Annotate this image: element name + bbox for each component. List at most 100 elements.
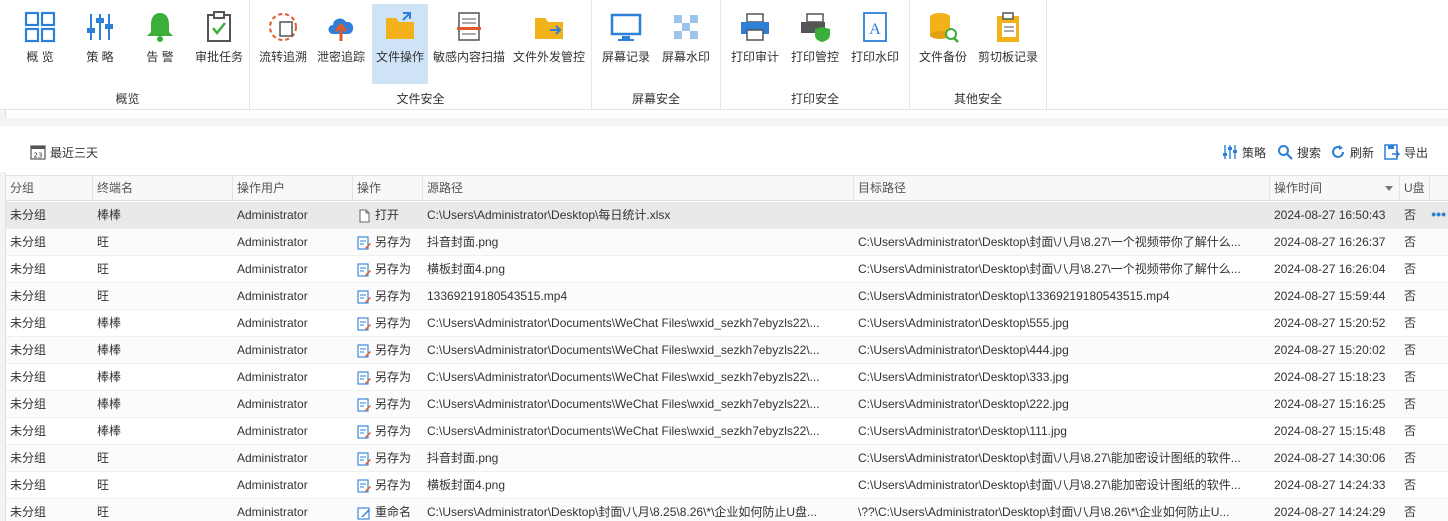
outbound-control-button[interactable]: 文件外发管控 bbox=[510, 4, 588, 84]
cell-src: C:\Users\Administrator\Documents\WeChat … bbox=[427, 343, 820, 357]
table-row[interactable]: 未分组 棒棒 Administrator 另存为 C:\Users\Administra… bbox=[6, 310, 1448, 337]
table-row[interactable]: 未分组 旺 Administrator 重命名 C:\Users\Administrat… bbox=[6, 499, 1448, 521]
sliders-icon bbox=[1223, 145, 1237, 159]
refresh-button[interactable]: 刷新 bbox=[1330, 142, 1374, 162]
op-label: 另存为 bbox=[375, 397, 412, 411]
export-button[interactable]: 导出 bbox=[1384, 142, 1428, 162]
cell-dst: C:\Users\Administrator\Desktop\封面\八月\8.2… bbox=[858, 262, 1241, 276]
col-dst-header[interactable]: 目标路径 bbox=[854, 176, 1270, 201]
save-as-icon bbox=[357, 478, 371, 493]
cell-usb: 否 bbox=[1404, 289, 1417, 303]
checker-watermark-icon bbox=[674, 15, 698, 39]
flow-trace-label: 流转追溯 bbox=[258, 50, 307, 64]
alert-button[interactable]: 告 警 bbox=[134, 4, 186, 84]
ribbon-group-screen-security: 屏幕记录 屏幕水印 屏幕安全 bbox=[592, 0, 721, 110]
approval-button[interactable]: 审批任务 bbox=[192, 4, 246, 84]
cell-user: Administrator bbox=[237, 424, 308, 438]
save-as-icon bbox=[357, 262, 371, 277]
printer-icon bbox=[741, 13, 769, 41]
table-row[interactable]: 未分组 旺 Administrator 另存为 13369219180543515.mp… bbox=[6, 283, 1448, 310]
cell-src: 横板封面4.png bbox=[427, 478, 506, 492]
cell-op: 另存为 bbox=[353, 391, 423, 418]
cell-op: 另存为 bbox=[353, 256, 423, 283]
cell-time: 2024-08-27 15:18:23 bbox=[1274, 370, 1386, 384]
overview-button[interactable]: 概 览 bbox=[14, 4, 66, 84]
document-scan-icon bbox=[457, 12, 481, 41]
cell-group: 未分组 bbox=[10, 289, 47, 303]
col-group-header[interactable]: 分组 bbox=[6, 176, 93, 201]
cell-time: 2024-08-27 16:50:43 bbox=[1274, 208, 1386, 222]
sliders-icon bbox=[87, 14, 113, 40]
date-range-button[interactable]: 23 最近三天 bbox=[30, 142, 98, 162]
cell-group: 未分组 bbox=[10, 262, 47, 276]
alert-label: 告 警 bbox=[146, 50, 174, 64]
cell-group: 未分组 bbox=[10, 316, 47, 330]
cell-terminal: 棒棒 bbox=[97, 370, 122, 384]
print-control-button[interactable]: 打印管控 bbox=[787, 4, 843, 84]
op-label: 另存为 bbox=[375, 370, 412, 384]
screen-watermark-label: 屏幕水印 bbox=[661, 50, 710, 64]
print-watermark-label: 打印水印 bbox=[850, 50, 899, 64]
table-row[interactable]: 未分组 旺 Administrator 另存为 抖音封面.png C:\Users\Adm… bbox=[6, 229, 1448, 256]
cell-op: 打开 bbox=[353, 202, 423, 229]
col-terminal-header[interactable]: 终端名 bbox=[93, 176, 233, 201]
cell-user: Administrator bbox=[237, 208, 308, 222]
cell-user: Administrator bbox=[237, 451, 308, 465]
table-row[interactable]: 未分组 旺 Administrator 另存为 横板封面4.png C:\Users\Ad… bbox=[6, 256, 1448, 283]
cell-op: 另存为 bbox=[353, 418, 423, 445]
table-header: 分组 终端名 操作用户 操作 源路径 目标路径 操作时间 U盘 bbox=[6, 175, 1448, 201]
group-label-file-security: 文件安全 bbox=[396, 92, 445, 106]
col-time-header[interactable]: 操作时间 bbox=[1270, 176, 1400, 201]
approval-label: 审批任务 bbox=[194, 50, 243, 64]
cell-user: Administrator bbox=[237, 505, 308, 519]
folder-icon bbox=[386, 12, 414, 39]
col-op-header[interactable]: 操作 bbox=[353, 176, 423, 201]
cell-group: 未分组 bbox=[10, 370, 47, 384]
cell-user: Administrator bbox=[237, 262, 308, 276]
cell-usb: 否 bbox=[1404, 208, 1417, 222]
file-backup-button[interactable]: 文件备份 bbox=[914, 4, 972, 84]
screen-watermark-button[interactable]: 屏幕水印 bbox=[658, 4, 714, 84]
policy-ribbon-button[interactable]: 策 略 bbox=[74, 4, 126, 84]
ribbon-group-other-security: 文件备份 剪切板记录 其他安全 bbox=[910, 0, 1047, 110]
print-watermark-button[interactable]: A 打印水印 bbox=[847, 4, 903, 84]
table-row[interactable]: 未分组 棒棒 Administrator 另存为 C:\Users\Administra… bbox=[6, 364, 1448, 391]
row-more-button[interactable]: ••• bbox=[1431, 202, 1446, 226]
file-ops-button[interactable]: 文件操作 bbox=[372, 4, 428, 84]
table-row[interactable]: 未分组 旺 Administrator 另存为 抖音封面.png C:\Users\Adm… bbox=[6, 445, 1448, 472]
refresh-label: 刷新 bbox=[1350, 145, 1375, 160]
col-user-header[interactable]: 操作用户 bbox=[233, 176, 353, 201]
table-row[interactable]: 未分组 棒棒 Administrator 另存为 C:\Users\Administra… bbox=[6, 391, 1448, 418]
policy-button[interactable]: 策略 bbox=[1222, 142, 1266, 162]
cell-op: 另存为 bbox=[353, 229, 423, 256]
cloud-upload-icon bbox=[328, 18, 354, 41]
cell-time: 2024-08-27 14:24:33 bbox=[1274, 478, 1386, 492]
flow-trace-button[interactable]: 流转追溯 bbox=[254, 4, 312, 84]
cell-time: 2024-08-27 15:20:02 bbox=[1274, 343, 1386, 357]
cell-usb: 否 bbox=[1404, 505, 1417, 519]
search-button[interactable]: 搜索 bbox=[1277, 142, 1321, 162]
search-icon bbox=[1278, 145, 1293, 160]
cell-usb: 否 bbox=[1404, 316, 1417, 330]
screen-record-button[interactable]: 屏幕记录 bbox=[598, 4, 654, 84]
table-row[interactable]: 未分组 旺 Administrator 另存为 横板封面4.png C:\Users\Ad… bbox=[6, 472, 1448, 499]
leak-trace-button[interactable]: 泄密追踪 bbox=[314, 4, 368, 84]
col-src-header[interactable]: 源路径 bbox=[423, 176, 854, 201]
cell-group: 未分组 bbox=[10, 343, 47, 357]
clipboard-icon bbox=[997, 12, 1019, 42]
col-usb-header[interactable]: U盘 bbox=[1400, 176, 1430, 201]
cell-op: 另存为 bbox=[353, 472, 423, 499]
cell-usb: 否 bbox=[1404, 478, 1417, 492]
print-audit-button[interactable]: 打印审计 bbox=[727, 4, 783, 84]
print-control-label: 打印管控 bbox=[790, 50, 839, 64]
sensitive-scan-button[interactable]: 敏感内容扫描 bbox=[430, 4, 508, 84]
table-row[interactable]: 未分组 棒棒 Administrator 另存为 C:\Users\Administra… bbox=[6, 418, 1448, 445]
table-row[interactable]: 未分组 棒棒 Administrator 另存为 C:\Users\Administra… bbox=[6, 337, 1448, 364]
save-as-icon bbox=[357, 370, 371, 385]
table-row[interactable]: 未分组 棒棒 Administrator 打开 C:\Users\Administrat… bbox=[6, 202, 1448, 229]
clipboard-record-button[interactable]: 剪切板记录 bbox=[976, 4, 1040, 84]
cell-dst: C:\Users\Administrator\Desktop\封面\八月\8.2… bbox=[858, 235, 1241, 249]
cell-user: Administrator bbox=[237, 316, 308, 330]
save-as-icon bbox=[357, 451, 371, 466]
cell-src: C:\Users\Administrator\Documents\WeChat … bbox=[427, 316, 820, 330]
